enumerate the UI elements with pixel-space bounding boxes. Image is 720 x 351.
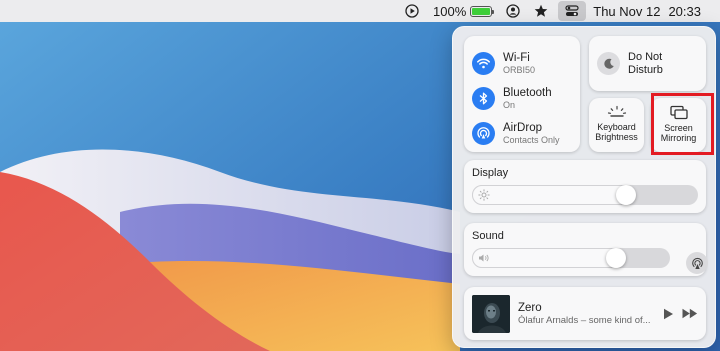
battery-icon (470, 5, 495, 17)
control-center-button[interactable] (558, 1, 587, 21)
moon-icon (597, 52, 620, 75)
airdrop-title: AirDrop (503, 121, 542, 134)
album-artwork (472, 294, 510, 333)
sound-label: Sound (472, 230, 504, 242)
control-center-panel: Wi-Fi ORBI50 Bluetooth On AirDrop Contac… (452, 26, 716, 348)
bluetooth-status: On (503, 99, 516, 110)
volume-slider-knob[interactable] (605, 248, 626, 268)
play-icon[interactable] (663, 308, 674, 320)
airdrop-toggle[interactable]: AirDrop Contacts Only (472, 116, 572, 151)
dnd-label-line1: Do Not (628, 50, 663, 63)
now-playing-artist: Ólafur Arnalds – some kind of... (518, 314, 651, 326)
volume-slider[interactable] (472, 248, 670, 268)
bluetooth-title: Bluetooth (503, 86, 552, 99)
wifi-icon (472, 52, 495, 75)
keyboard-brightness-label-line2: Brightness (595, 132, 638, 142)
screen-mirroring-highlight (651, 93, 714, 155)
airdrop-status: Contacts Only (503, 134, 560, 145)
time-text: 20:33 (668, 3, 701, 19)
sound-module: Sound (464, 223, 708, 276)
display-slider-fill (472, 185, 637, 205)
wifi-network: ORBI50 (503, 64, 536, 75)
battery-status[interactable]: 100% (426, 0, 499, 22)
keyboard-brightness-button[interactable]: Keyboard Brightness (589, 98, 644, 152)
date-text: Thu Nov 12 (593, 3, 661, 19)
play-circle-icon[interactable] (398, 0, 426, 22)
star-icon[interactable] (527, 0, 555, 22)
speaker-icon (479, 254, 489, 262)
menu-bar: 100% Thu Nov 12 20:33 (0, 0, 720, 22)
connectivity-module: Wi-Fi ORBI50 Bluetooth On AirDrop Contac… (464, 36, 580, 152)
airplay-audio-icon (691, 257, 703, 269)
wifi-title: Wi-Fi (503, 51, 530, 64)
display-label: Display (472, 167, 509, 179)
bluetooth-toggle[interactable]: Bluetooth On (472, 81, 572, 116)
battery-percent: 100% (433, 3, 467, 19)
control-center-icon (565, 5, 579, 16)
airplay-audio-button[interactable] (686, 252, 708, 274)
display-module: Display (464, 160, 706, 213)
bluetooth-icon (472, 87, 495, 110)
fast-forward-icon[interactable] (682, 308, 698, 319)
now-playing-title: Zero (518, 301, 542, 314)
keyboard-brightness-label-line1: Keyboard (597, 122, 636, 132)
battery-fill (472, 7, 491, 15)
user-account-icon[interactable] (499, 0, 527, 22)
display-brightness-slider[interactable] (472, 185, 698, 205)
do-not-disturb-button[interactable]: Do Not Disturb (589, 36, 706, 91)
keyboard-brightness-icon (607, 105, 626, 117)
brightness-sun-icon (478, 189, 490, 201)
display-slider-knob[interactable] (616, 185, 637, 205)
menubar-date[interactable]: Thu Nov 12 20:33 (589, 0, 708, 22)
volume-slider-fill (472, 248, 626, 268)
dnd-label-line2: Disturb (628, 63, 663, 76)
wifi-toggle[interactable]: Wi-Fi ORBI50 (472, 46, 572, 81)
now-playing-module[interactable]: Zero Ólafur Arnalds – some kind of... (464, 287, 706, 340)
airdrop-icon (472, 122, 495, 145)
